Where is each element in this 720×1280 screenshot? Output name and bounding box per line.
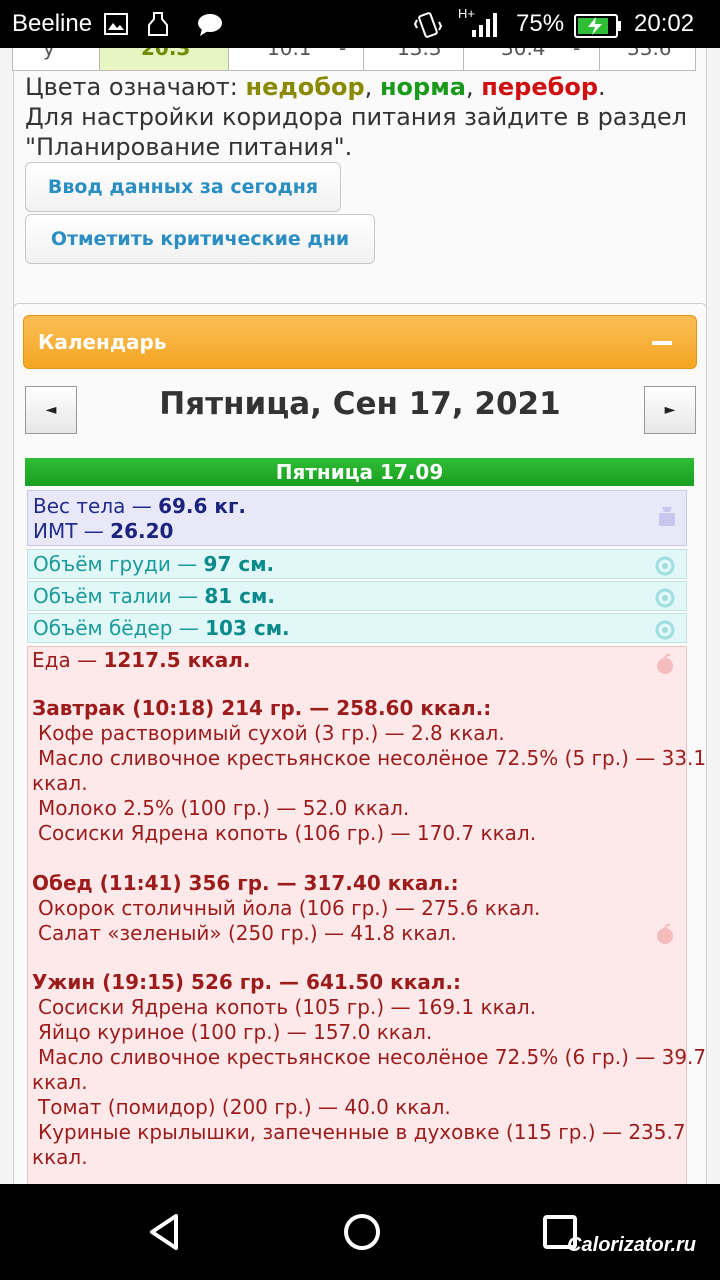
waist-label: Объём талии — (33, 584, 198, 608)
weight-label: Вес тела — (33, 494, 152, 518)
back-icon[interactable] (144, 1212, 184, 1252)
collapse-icon[interactable] (652, 341, 672, 345)
range2-to: 33.6 (627, 48, 672, 60)
next-day-button[interactable]: ► (644, 386, 696, 434)
calendar-title: Календарь (38, 330, 167, 354)
chest-entry[interactable]: Объём груди — 97 см. (27, 549, 687, 579)
legend-over: перебор (481, 73, 599, 101)
prev-day-button[interactable]: ◄ (25, 386, 77, 434)
range1-sep: - (339, 48, 347, 60)
tape-measure-icon (655, 588, 675, 608)
food-value: 1217.5 ккал. (103, 648, 251, 672)
legend-norm: норма (379, 73, 466, 101)
navigation-bar: Calorizator.ru (0, 1184, 720, 1280)
nutrition-table-row: у 20.3 10.1 - 13.3 30.4 - 33.6 (12, 48, 696, 71)
status-bar: Beeline H+ 75% 20:02 (0, 0, 720, 48)
range2-sep: - (573, 48, 581, 60)
list-item: Масло сливочное крестьянское несолёное 7… (38, 1045, 707, 1069)
battery-charging-icon (574, 14, 621, 38)
bmi-label: ИМТ — (33, 519, 104, 543)
food-label: Еда — (32, 648, 98, 672)
list-item: Салат «зеленый» (250 гр.) — 41.8 ккал. (38, 921, 457, 945)
calendar-header[interactable]: Календарь (23, 315, 697, 369)
legend-dot: . (598, 73, 606, 101)
food-total: Еда — 1217.5 ккал. (32, 648, 250, 673)
hips-value: 103 см. (205, 616, 290, 640)
apple-icon (657, 653, 673, 674)
battery-percent: 75% (516, 10, 565, 37)
list-item: Масло сливочное крестьянское несолёное 7… (38, 746, 707, 770)
chat-notification-icon (198, 14, 222, 36)
calendar-date: Пятница, Сен 17, 2021 (159, 386, 561, 422)
breakfast-title: Завтрак (10:18) 214 гр. — 258.60 ккал.: (32, 696, 492, 720)
list-item: ккал. (32, 771, 88, 795)
legend-prefix: Цвета означают: (25, 73, 238, 101)
table-value: 20.3 (141, 48, 191, 60)
home-icon[interactable] (342, 1212, 382, 1252)
list-item: Яйцо куриное (100 гр.) — 157.0 ккал. (38, 1020, 433, 1044)
tape-measure-icon (655, 620, 675, 640)
apple-icon (657, 923, 673, 944)
clean-notification-icon (148, 12, 168, 36)
bmi-value: 26.20 (110, 519, 174, 543)
range2-from: 30.4 (501, 48, 546, 60)
image-notification-icon (104, 13, 128, 35)
enter-today-data-button[interactable]: Ввод данных за сегодня (25, 162, 341, 212)
tape-measure-icon (655, 556, 675, 576)
legend-under: недобор (245, 73, 365, 101)
legend-comma: , (364, 73, 373, 101)
signal-icon (472, 13, 497, 37)
table-label: у (43, 48, 55, 60)
list-item: Окорок столичный йола (106 гр.) — 275.6 … (38, 896, 541, 920)
legend-hint: Для настройки коридора питания зайдите в… (25, 103, 687, 131)
list-item: Сосиски Ядрена копоть (105 гр.) — 169.1 … (38, 995, 537, 1019)
legend-hint-section: "Планирование питания". (25, 133, 353, 161)
waist-entry[interactable]: Объём талии — 81 см. (27, 581, 687, 611)
page-content: у 20.3 10.1 - 13.3 30.4 - 33.6 Цвета озн… (0, 48, 720, 1184)
chest-label: Объём груди — (33, 552, 198, 576)
day-header: Пятница 17.09 (25, 458, 694, 486)
chest-value: 97 см. (203, 552, 275, 576)
list-item: ккал. (32, 1070, 88, 1094)
list-item: Кофе растворимый сухой (3 гр.) — 2.8 кка… (38, 721, 505, 745)
vibrate-icon (414, 12, 442, 38)
range1-from: 10.1 (267, 48, 312, 60)
mark-critical-days-button[interactable]: Отметить критические дни (25, 214, 375, 264)
list-item: Молоко 2.5% (100 гр.) — 52.0 ккал. (38, 796, 410, 820)
dinner-title: Ужин (19:15) 526 гр. — 641.50 ккал.: (32, 970, 462, 994)
carrier-label: Beeline (12, 10, 93, 37)
lunch-title: Обед (11:41) 356 гр. — 317.40 ккал.: (32, 871, 459, 895)
list-item: Куриные крылышки, запеченные в духовке (… (38, 1120, 686, 1144)
list-item: Сосиски Ядрена копоть (106 гр.) — 170.7 … (38, 821, 537, 845)
range1-to: 13.3 (397, 48, 442, 60)
waist-value: 81 см. (204, 584, 275, 608)
weight-entry[interactable]: Вес тела — 69.6 кг. ИМТ — 26.20 (27, 490, 687, 546)
hips-entry[interactable]: Объём бёдер — 103 см. (27, 613, 687, 643)
hips-label: Объём бёдер — (33, 616, 199, 640)
list-item: Томат (помидор) (200 гр.) — 40.0 ккал. (38, 1095, 451, 1119)
clock: 20:02 (634, 10, 695, 37)
legend-comma: , (466, 73, 474, 101)
weight-value: 69.6 кг. (158, 494, 247, 518)
scale-icon (659, 507, 675, 526)
watermark: Calorizator.ru (567, 1234, 696, 1256)
list-item: ккал. (32, 1145, 88, 1169)
color-legend: Цвета означают: недобор, норма, перебор.… (25, 72, 687, 162)
